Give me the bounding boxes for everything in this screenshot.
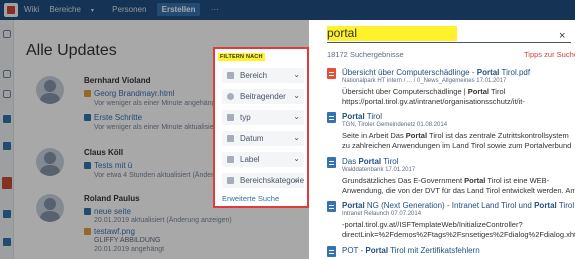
- result-title-link[interactable]: Portal NG (Next Generation) - Intranet L…: [342, 201, 574, 210]
- result-meta: Intranet Relaunch 07.07.2014: [342, 211, 422, 217]
- filter-heading: FILTERN NACH: [218, 53, 265, 61]
- chevron-down-icon: ⌄: [293, 112, 300, 121]
- filter-typ-dropdown[interactable]: typ ⌄: [222, 110, 304, 125]
- page-icon: [327, 157, 336, 168]
- result-title-link[interactable]: Portal Tirol: [342, 112, 382, 121]
- chevron-down-icon: ⌄: [293, 154, 300, 163]
- result-title-link[interactable]: Übersicht über Computerschädlinge - Port…: [342, 68, 530, 77]
- result-meta: Nationalpark HT intern / ... / 0_News_Al…: [342, 78, 507, 84]
- pdf-icon: [327, 68, 336, 79]
- result-excerpt: directLink=%2Fdemos%2Ftags%2Fsnsetiges%2…: [342, 230, 575, 239]
- advanced-search-link[interactable]: Erweiterte Suche: [222, 194, 279, 203]
- result-excerpt: Seite in Arbeit Das Portal Tirol ist das…: [342, 131, 569, 140]
- search-input[interactable]: portal: [327, 26, 457, 41]
- result-excerpt: Grundsätzliches Das E-Government Portal …: [342, 176, 550, 185]
- chevron-down-icon: ⌄: [293, 175, 300, 184]
- result-excerpt: -portal.tirol.gv.at//ISFTemplateWeb/Init…: [342, 220, 523, 229]
- filter-datum-dropdown[interactable]: Datum ⌄: [222, 131, 304, 146]
- tag-icon: [227, 156, 234, 163]
- category-icon: [227, 177, 234, 184]
- search-input-underline: [327, 42, 571, 43]
- document-type-icon: [227, 114, 234, 121]
- filter-bereich-dropdown[interactable]: Bereich ⌄: [222, 68, 304, 83]
- result-meta: Walddatenbank 17.01.2017: [342, 167, 416, 173]
- calendar-icon: [227, 135, 234, 142]
- chevron-down-icon: ⌄: [293, 70, 300, 79]
- result-count: 18172 Suchergebnisse: [327, 50, 404, 59]
- result-title-link[interactable]: POT - Portal Tirol mit Zertifikatsfehler…: [342, 246, 480, 255]
- page-icon: [327, 201, 336, 212]
- search-tips-link[interactable]: Tipps zur Suche: [524, 50, 575, 59]
- chevron-down-icon: ⌄: [293, 91, 300, 100]
- result-excerpt: Übersicht über Computerschädlinge | Port…: [342, 87, 506, 96]
- close-icon[interactable]: ×: [559, 30, 565, 42]
- result-excerpt: zu zahlreichen Anwendungen im Land Tirol…: [342, 141, 572, 150]
- chevron-down-icon: ⌄: [293, 133, 300, 142]
- filter-bereichskategorie-dropdown[interactable]: Bereichskategorie ⌄: [222, 173, 304, 188]
- result-title-link[interactable]: Das Portal Tirol: [342, 157, 398, 166]
- page-icon: [327, 112, 336, 123]
- folder-icon: [227, 72, 234, 79]
- user-icon: [227, 93, 234, 100]
- filter-label-dropdown[interactable]: Label ⌄: [222, 152, 304, 167]
- page-icon: [327, 246, 336, 257]
- filter-beitragender-dropdown[interactable]: Beitragender ⌄: [222, 89, 304, 104]
- result-meta: TGN, Tiroler Gemeindenetz 01.08.2014: [342, 122, 448, 128]
- result-excerpt: Anwendung, die von der DVT für das Land …: [342, 186, 575, 195]
- filter-panel: FILTERN NACH Bereich ⌄ Beitragender ⌄ ty…: [213, 47, 309, 208]
- result-excerpt: https://portal.tirol.gv.at/intranet/orga…: [342, 97, 525, 106]
